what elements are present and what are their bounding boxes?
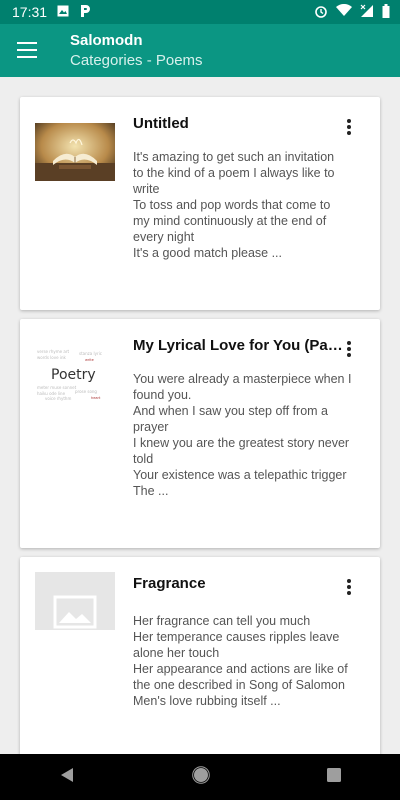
excerpt-line: alone her touch	[133, 646, 220, 660]
poem-excerpt: You were already a masterpiece when I fo…	[133, 371, 371, 499]
open-book-image	[35, 123, 115, 181]
poem-card[interactable]: verse rhyme art words love ink stanza ly…	[20, 319, 380, 548]
app-title: Salomodn	[70, 32, 143, 49]
excerpt-line: It's amazing to get such an invitation	[133, 150, 335, 164]
svg-text:prose song: prose song	[75, 389, 97, 394]
excerpt-line: Her temperance causes ripples leave	[133, 630, 340, 644]
recents-icon[interactable]	[327, 767, 342, 787]
svg-text:stanza lyric: stanza lyric	[79, 351, 102, 356]
poem-title[interactable]: My Lyrical Love for You (Part 1)	[133, 337, 343, 354]
app-bar: Salomodn Categories - Poems	[0, 24, 400, 77]
poem-list[interactable]: Untitled It's amazing to get such an inv…	[0, 77, 400, 754]
image-icon	[57, 4, 69, 20]
excerpt-line: my mind continuously at the end of	[133, 214, 327, 228]
svg-text:write: write	[85, 358, 94, 362]
excerpt-line: The ...	[133, 484, 169, 498]
poem-excerpt: Her fragrance can tell you much Her temp…	[133, 613, 371, 709]
svg-text:verse rhyme art: verse rhyme art	[37, 349, 69, 354]
excerpt-line: write	[133, 182, 160, 196]
hamburger-menu-icon[interactable]	[17, 42, 37, 58]
poem-card[interactable]: Fragrance Her fragrance can tell you muc…	[20, 557, 380, 754]
excerpt-line: Your existence was a telepathic trigger	[133, 468, 347, 482]
excerpt-line: every night	[133, 230, 195, 244]
more-options-icon[interactable]	[346, 341, 352, 359]
excerpt-line: Men's love rubbing itself ...	[133, 694, 281, 708]
status-bar: 17:31	[0, 0, 400, 24]
excerpt-line: I knew you are the greatest story never	[133, 436, 350, 450]
home-icon[interactable]	[192, 765, 210, 789]
svg-text:meter muse sonnet: meter muse sonnet	[37, 385, 77, 390]
excerpt-line: To toss and pop words that come to	[133, 198, 331, 212]
signal-icon	[360, 4, 374, 21]
excerpt-line: found you.	[133, 388, 192, 402]
status-time: 17:31	[12, 4, 48, 20]
system-navigation-bar	[0, 754, 400, 800]
alarm-icon	[314, 4, 328, 21]
excerpt-line: the one described in Song of Salomon	[133, 678, 345, 692]
more-options-icon[interactable]	[346, 119, 352, 137]
app-subtitle: Categories - Poems	[70, 52, 203, 69]
excerpt-line: It's a good match please ...	[133, 246, 282, 260]
poetry-word-cloud-image: verse rhyme art words love ink stanza ly…	[35, 345, 115, 403]
excerpt-line: Her fragrance can tell you much	[133, 614, 311, 628]
svg-text:voice rhythm: voice rhythm	[45, 396, 71, 401]
poem-card[interactable]: Untitled It's amazing to get such an inv…	[20, 97, 380, 310]
svg-text:heart: heart	[91, 396, 101, 400]
poetry-word: Poetry	[51, 367, 96, 383]
excerpt-line: Her appearance and actions are like of	[133, 662, 348, 676]
poem-title[interactable]: Untitled	[133, 115, 343, 132]
image-placeholder-icon	[35, 572, 115, 630]
excerpt-line: to the kind of a poem I always like to	[133, 166, 335, 180]
excerpt-line: And when I saw you step off from a	[133, 404, 329, 418]
svg-text:words love ink: words love ink	[37, 355, 66, 360]
status-right	[314, 3, 400, 21]
wifi-icon	[336, 3, 352, 20]
poem-excerpt: It's amazing to get such an invitation t…	[133, 149, 371, 261]
excerpt-line: told	[133, 452, 154, 466]
status-left: 17:31	[0, 4, 91, 21]
battery-icon	[382, 3, 390, 21]
parking-icon	[79, 4, 91, 21]
back-icon[interactable]	[59, 767, 75, 788]
poem-title[interactable]: Fragrance	[133, 575, 343, 592]
more-options-icon[interactable]	[346, 579, 352, 597]
excerpt-line: prayer	[133, 420, 169, 434]
excerpt-line: You were already a masterpiece when I	[133, 372, 352, 386]
